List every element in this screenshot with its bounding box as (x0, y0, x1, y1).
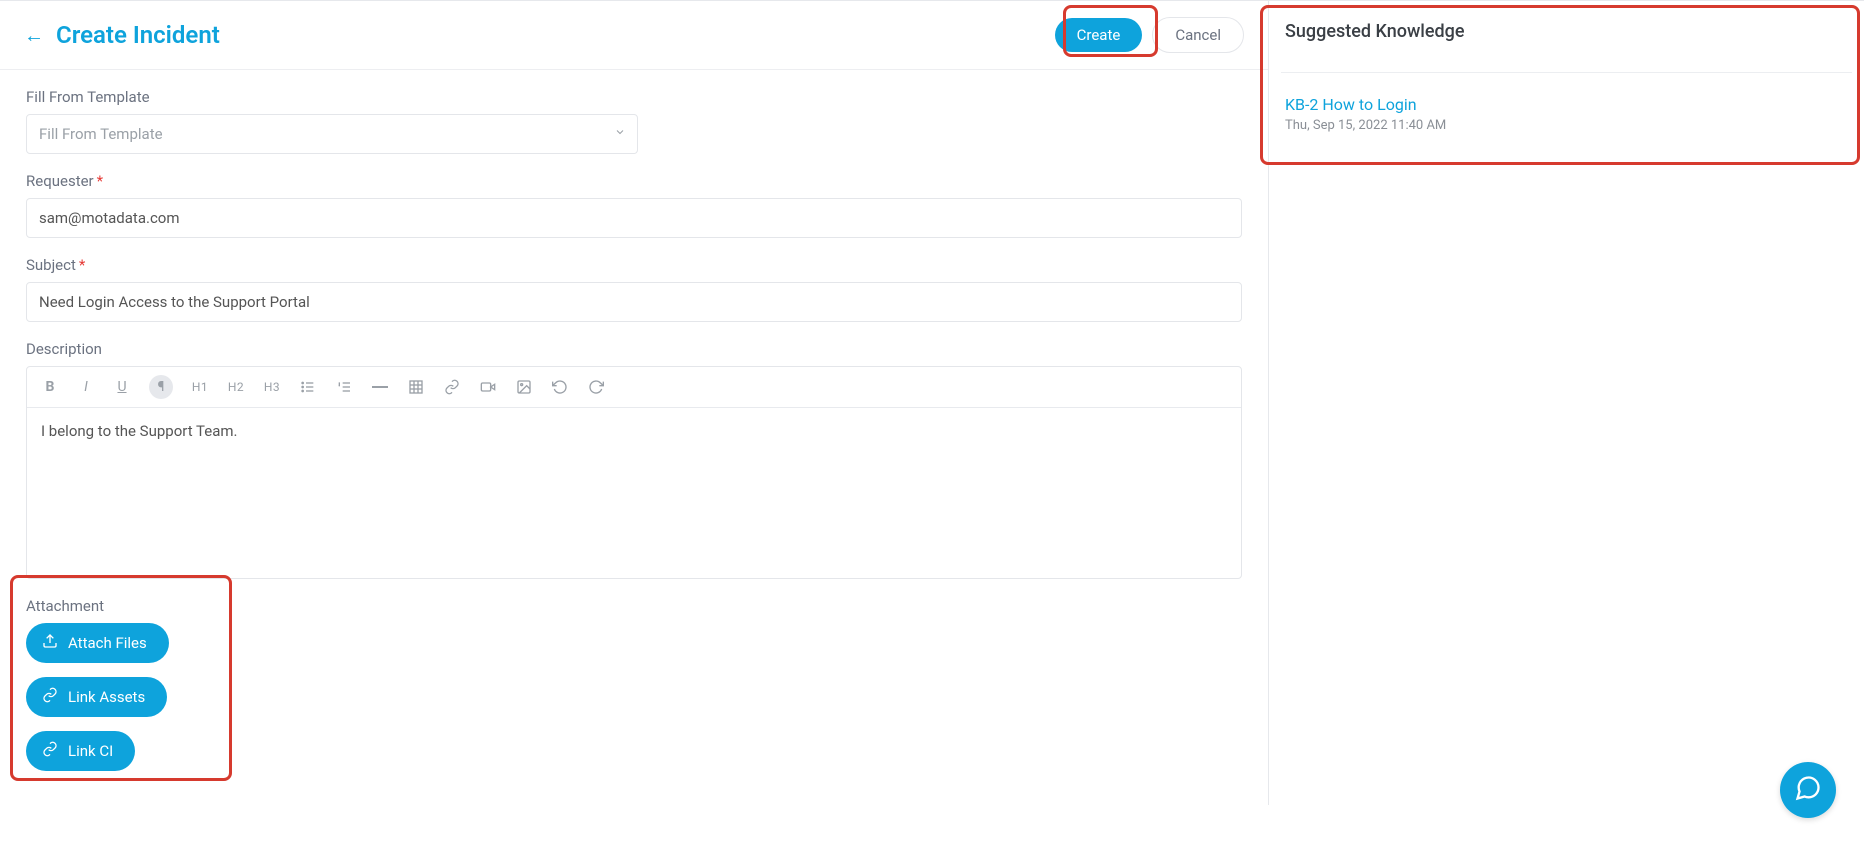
required-asterisk: * (79, 256, 85, 274)
description-editor: B I U ¶ H1 H2 H3 (26, 366, 1242, 579)
knowledge-item-link[interactable]: KB-2 How to Login (1281, 95, 1852, 114)
cancel-button[interactable]: Cancel (1152, 17, 1244, 53)
video-icon[interactable] (479, 376, 497, 398)
redo-icon[interactable] (587, 376, 605, 398)
bulleted-list-icon[interactable] (299, 376, 317, 398)
italic-icon[interactable]: I (77, 376, 95, 398)
requester-label-text: Requester (26, 172, 94, 190)
knowledge-item-date: Thu, Sep 15, 2022 11:40 AM (1281, 118, 1852, 133)
image-icon[interactable] (515, 376, 533, 398)
subject-label: Subject* (26, 256, 1242, 274)
description-textarea[interactable]: I belong to the Support Team. (27, 408, 1241, 578)
template-select[interactable]: Fill From Template (26, 114, 638, 154)
page-title: Create Incident (56, 21, 220, 49)
underline-icon[interactable]: U (113, 376, 131, 398)
chat-icon (1794, 774, 1822, 806)
subject-input[interactable] (26, 282, 1242, 322)
h1-button[interactable]: H1 (191, 376, 209, 398)
h2-button[interactable]: H2 (227, 376, 245, 398)
link-icon (42, 687, 58, 707)
subject-label-text: Subject (26, 256, 76, 274)
attach-files-label: Attach Files (68, 634, 147, 652)
editor-toolbar: B I U ¶ H1 H2 H3 (27, 367, 1241, 408)
back-arrow-icon[interactable]: ← (24, 25, 44, 45)
requester-input[interactable] (26, 198, 1242, 238)
link-assets-button[interactable]: Link Assets (26, 677, 167, 717)
divider (1281, 72, 1852, 73)
required-asterisk: * (97, 172, 103, 190)
link-ci-button[interactable]: Link CI (26, 731, 135, 771)
suggested-knowledge-panel: Suggested Knowledge KB-2 How to Login Th… (1269, 1, 1864, 805)
undo-icon[interactable] (551, 376, 569, 398)
requester-label: Requester* (26, 172, 1242, 190)
numbered-list-icon[interactable] (335, 376, 353, 398)
paragraph-icon[interactable]: ¶ (149, 375, 173, 399)
link-icon[interactable] (443, 376, 461, 398)
upload-icon (42, 633, 58, 653)
chat-fab[interactable] (1780, 762, 1836, 818)
create-button[interactable]: Create (1055, 18, 1143, 52)
page-header: ← Create Incident Create Cancel (0, 1, 1268, 70)
link-ci-label: Link CI (68, 742, 113, 760)
horizontal-rule-icon[interactable] (371, 376, 389, 398)
link-assets-label: Link Assets (68, 688, 145, 706)
attach-files-button[interactable]: Attach Files (26, 623, 169, 663)
template-label: Fill From Template (26, 88, 1242, 106)
h3-button[interactable]: H3 (263, 376, 281, 398)
link-icon (42, 741, 58, 761)
table-icon[interactable] (407, 376, 425, 398)
suggested-knowledge-title: Suggested Knowledge (1281, 21, 1852, 42)
bold-icon[interactable]: B (41, 376, 59, 398)
attachment-label: Attachment (26, 597, 1242, 615)
template-select-input[interactable]: Fill From Template (26, 114, 638, 154)
description-label: Description (26, 340, 1242, 358)
